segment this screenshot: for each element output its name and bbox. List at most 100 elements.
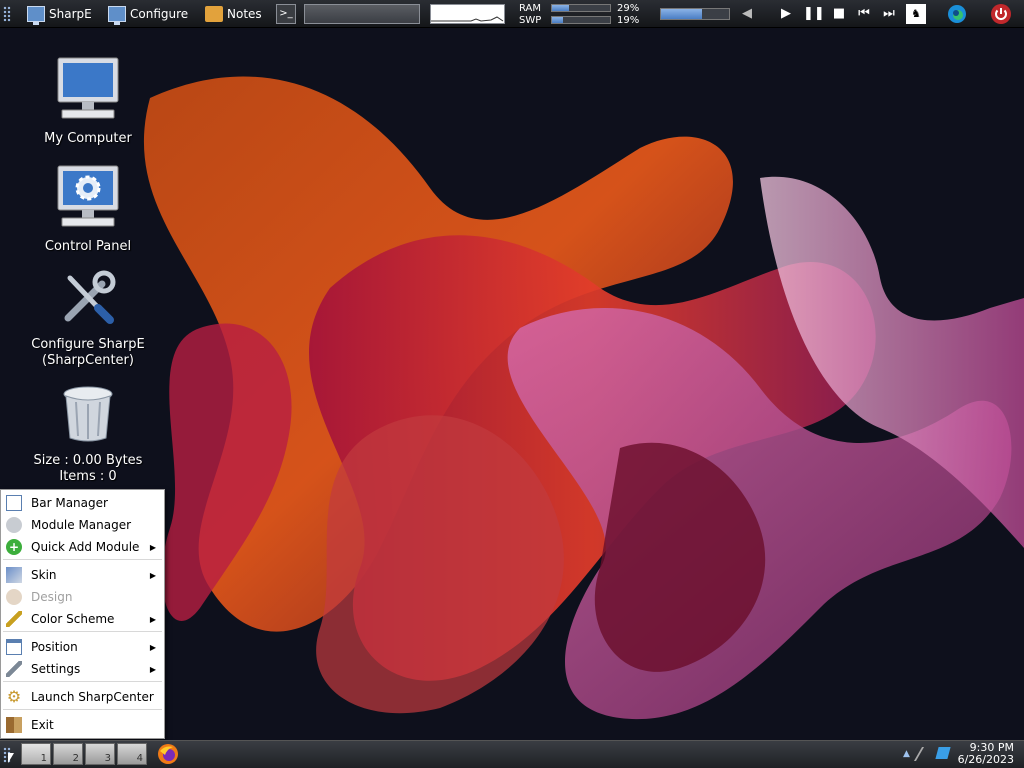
menu-separator — [3, 681, 162, 682]
swp-meter — [551, 16, 611, 24]
color-scheme-icon — [6, 611, 22, 627]
trash-bin-icon — [63, 386, 113, 442]
module-manager-icon — [6, 517, 22, 533]
workspace-number: 3 — [104, 753, 111, 764]
workspace-1[interactable]: 1 — [21, 743, 51, 765]
gear-icon: ⚙ — [6, 687, 22, 706]
swp-meter-fill — [552, 17, 564, 23]
menu-item-label: Settings — [31, 662, 81, 676]
configure-button[interactable]: Configure — [108, 3, 188, 25]
menu-item-settings[interactable]: Settings ▶ — [1, 658, 164, 680]
configure-sharpe-label: Configure SharpE (SharpCenter) — [31, 337, 145, 368]
ram-percent: 29% — [617, 3, 640, 14]
ram-meter — [551, 4, 611, 12]
workspace-4[interactable]: 4 — [117, 743, 147, 765]
next-icon[interactable]: ⏭ — [880, 5, 898, 23]
submenu-arrow-icon: ▶ — [149, 542, 156, 552]
menu-separator — [3, 709, 162, 710]
tray-network-icon[interactable] — [935, 747, 951, 759]
configure-sharpe-desktop-icon[interactable]: Configure SharpE (SharpCenter) — [22, 268, 154, 369]
notes-icon — [205, 6, 223, 22]
bottom-taskbar: 1 2 3 4 ▲ 9:30 PM 6/26/2023 — [0, 740, 1024, 768]
volume-slider[interactable] — [660, 8, 730, 20]
menu-separator — [3, 559, 162, 560]
position-icon — [6, 639, 22, 655]
monitor-icon — [27, 6, 45, 25]
menu-item-color-scheme[interactable]: Color Scheme ▶ — [1, 608, 164, 630]
workspace-2[interactable]: 2 — [53, 743, 83, 765]
menu-item-module-manager[interactable]: Module Manager — [1, 514, 164, 536]
configure-label: Configure — [130, 7, 189, 21]
menu-item-label: Exit — [31, 718, 54, 732]
workspace-number: 1 — [40, 753, 47, 764]
menu-item-label: Quick Add Module — [31, 540, 140, 554]
previous-icon[interactable]: ⏮ — [855, 5, 873, 23]
mouse-cursor-icon — [8, 753, 14, 763]
cpu-graph — [430, 4, 505, 24]
workspace-number: 2 — [72, 753, 79, 764]
menu-item-design: Design — [1, 586, 164, 608]
menu-item-label: Color Scheme — [31, 612, 115, 626]
settings-icon — [6, 661, 22, 677]
menu-item-label: Module Manager — [31, 518, 132, 532]
add-icon: + — [6, 539, 22, 555]
menu-item-quick-add-module[interactable]: + Quick Add Module ▶ — [1, 536, 164, 558]
top-bar: SharpE Configure Notes >_ RAM SWP 29% 19… — [0, 0, 1024, 28]
recycle-bin-desktop-icon[interactable]: Size : 0.00 Bytes Items : 0 — [22, 384, 154, 485]
bar-context-menu: Bar Manager Module Manager + Quick Add M… — [0, 489, 165, 739]
bar-grip-icon[interactable] — [3, 6, 11, 22]
my-computer-desktop-icon[interactable]: My Computer — [30, 56, 146, 147]
computer-icon — [57, 57, 119, 119]
play-icon[interactable]: ▶ — [777, 5, 795, 23]
my-computer-label: My Computer — [44, 131, 132, 146]
control-panel-icon — [57, 165, 119, 227]
media-app-icon[interactable]: ♞ — [906, 4, 926, 24]
volume-fill — [661, 9, 702, 19]
terminal-icon[interactable]: >_ — [276, 4, 296, 24]
swp-label: SWP — [519, 15, 542, 26]
workspace-3[interactable]: 3 — [85, 743, 115, 765]
menu-item-label: Bar Manager — [31, 496, 108, 510]
control-panel-desktop-icon[interactable]: Control Panel — [30, 164, 146, 255]
pause-icon[interactable]: ❚❚ — [803, 5, 825, 23]
exit-icon — [6, 717, 22, 733]
menu-item-bar-manager[interactable]: Bar Manager — [1, 492, 164, 514]
menu-separator — [3, 631, 162, 632]
notes-button[interactable]: Notes — [205, 3, 262, 25]
menu-item-label: Design — [31, 590, 73, 604]
edge-browser-icon[interactable] — [947, 4, 967, 24]
menu-item-label: Skin — [31, 568, 57, 582]
control-panel-label: Control Panel — [44, 239, 132, 254]
swp-percent: 19% — [617, 15, 640, 26]
submenu-arrow-icon: ▶ — [149, 614, 156, 624]
sharpe-button[interactable]: SharpE — [27, 3, 92, 25]
design-icon — [6, 589, 22, 605]
clock-date: 6/26/2023 — [957, 753, 1014, 766]
ram-label: RAM — [519, 3, 542, 14]
bar-manager-icon — [6, 495, 22, 511]
power-icon[interactable] — [990, 3, 1012, 25]
tools-icon — [64, 270, 116, 324]
menu-item-label: Position — [31, 640, 78, 654]
menu-item-skin[interactable]: Skin ▶ — [1, 564, 164, 586]
menu-item-exit[interactable]: Exit — [1, 714, 164, 736]
submenu-arrow-icon: ▶ — [149, 642, 156, 652]
notes-label: Notes — [227, 7, 262, 21]
monitor-icon — [108, 6, 126, 25]
skin-icon — [6, 567, 22, 583]
clock[interactable]: 9:30 PM 6/26/2023 — [958, 742, 1014, 766]
cpu-graph-line — [431, 16, 504, 22]
ram-meter-fill — [552, 5, 569, 11]
sharpe-label: SharpE — [49, 7, 92, 21]
stop-icon[interactable]: ■ — [830, 5, 848, 23]
command-input[interactable] — [304, 4, 420, 24]
firefox-icon[interactable] — [157, 743, 179, 765]
workspace-number: 4 — [136, 753, 143, 764]
submenu-arrow-icon: ▶ — [149, 664, 156, 674]
recycle-bin-info: Size : 0.00 Bytes Items : 0 — [33, 453, 143, 484]
menu-item-label: Launch SharpCenter — [31, 690, 154, 704]
menu-item-position[interactable]: Position ▶ — [1, 636, 164, 658]
speaker-icon[interactable]: ◀ — [738, 5, 756, 23]
tray-expand-icon[interactable]: ▲ — [903, 749, 910, 759]
menu-item-launch-sharpcenter[interactable]: ⚙ Launch SharpCenter — [1, 686, 164, 708]
